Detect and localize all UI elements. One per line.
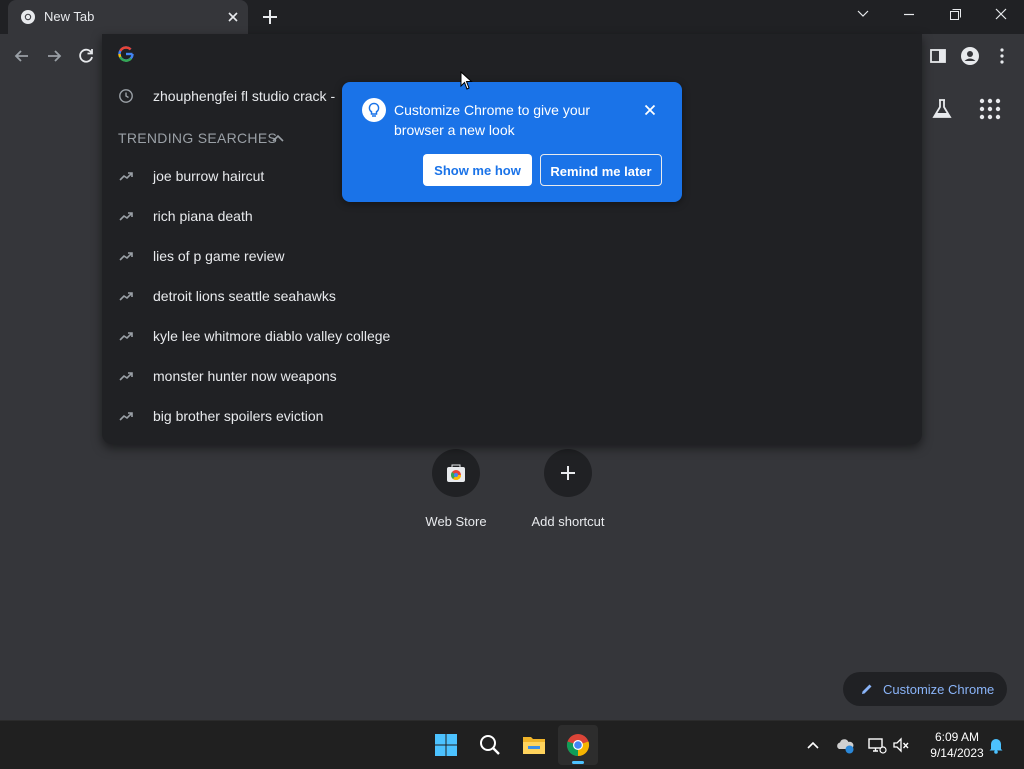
minimize-icon[interactable] bbox=[886, 0, 932, 30]
lightbulb-icon bbox=[362, 98, 386, 122]
google-g-icon bbox=[118, 46, 134, 62]
trending-suggestion-label: joe burrow haircut bbox=[153, 168, 265, 184]
trending-suggestion-label: rich piana death bbox=[153, 208, 253, 224]
search-icon bbox=[480, 735, 500, 755]
close-icon[interactable] bbox=[642, 102, 658, 118]
active-indicator bbox=[572, 761, 584, 764]
close-icon[interactable] bbox=[978, 0, 1024, 30]
back-icon[interactable] bbox=[12, 46, 32, 66]
customize-chrome-label: Customize Chrome bbox=[883, 682, 995, 697]
chevron-up-icon[interactable] bbox=[803, 735, 823, 755]
mouse-cursor bbox=[460, 71, 473, 90]
omnibox-input[interactable] bbox=[142, 42, 916, 68]
tab-new-tab[interactable]: New Tab bbox=[8, 0, 248, 34]
file-explorer-button[interactable] bbox=[514, 725, 554, 765]
web-store-icon bbox=[447, 464, 465, 482]
network-icon[interactable] bbox=[867, 735, 887, 755]
chevron-down-icon[interactable] bbox=[840, 0, 886, 30]
tab-title: New Tab bbox=[44, 9, 95, 24]
trending-suggestion[interactable]: big brother spoilers eviction bbox=[102, 396, 922, 436]
remind-me-later-button[interactable]: Remind me later bbox=[540, 154, 662, 186]
chrome-taskbar-button[interactable] bbox=[558, 725, 598, 765]
kebab-menu-icon[interactable] bbox=[992, 46, 1012, 66]
shortcut-label: Add shortcut bbox=[531, 514, 605, 529]
shortcut-web-store[interactable]: Web Store bbox=[406, 449, 506, 529]
tab-strip: New Tab bbox=[0, 0, 1024, 34]
notification-bell-icon[interactable] bbox=[986, 735, 1006, 755]
search-button[interactable] bbox=[470, 725, 510, 765]
add-shortcut-tile bbox=[544, 449, 592, 497]
history-suggestion-label: zhouphengfei fl studio crack - bbox=[153, 88, 336, 104]
volume-muted-icon[interactable] bbox=[891, 735, 911, 755]
trending-icon bbox=[119, 292, 133, 301]
web-store-tile bbox=[432, 449, 480, 497]
chrome-icon bbox=[566, 734, 590, 757]
trending-suggestion[interactable]: detroit lions seattle seahawks bbox=[102, 276, 922, 316]
labs-flask-icon[interactable] bbox=[929, 96, 955, 122]
customize-chrome-button[interactable]: Customize Chrome bbox=[843, 672, 1007, 706]
plus-icon bbox=[561, 466, 575, 480]
trending-suggestion-label: monster hunter now weapons bbox=[153, 368, 337, 384]
trending-suggestion-label: detroit lions seattle seahawks bbox=[153, 288, 336, 304]
apps-grid-icon[interactable] bbox=[977, 96, 1003, 122]
plus-icon[interactable] bbox=[260, 7, 280, 27]
history-icon bbox=[119, 89, 133, 103]
trending-icon bbox=[119, 372, 133, 381]
trending-icon bbox=[119, 212, 133, 221]
file-explorer-icon bbox=[523, 737, 545, 754]
trending-icon bbox=[119, 332, 133, 341]
trending-suggestion[interactable]: kyle lee whitmore diablo valley college bbox=[102, 316, 922, 356]
pencil-icon bbox=[862, 684, 872, 694]
chevron-up-icon[interactable] bbox=[270, 131, 286, 145]
trending-icon bbox=[119, 172, 133, 181]
trending-suggestion-label: big brother spoilers eviction bbox=[153, 408, 324, 424]
trending-searches-header: TRENDING SEARCHES bbox=[118, 130, 278, 146]
promo-message: Customize Chrome to give your browser a … bbox=[394, 102, 591, 138]
trending-suggestion[interactable]: monster hunter now weapons bbox=[102, 356, 922, 396]
customize-chrome-promo: Customize Chrome to give your browser a … bbox=[342, 82, 682, 202]
trending-suggestion[interactable]: lies of p game review bbox=[102, 236, 922, 276]
close-icon[interactable] bbox=[224, 8, 242, 26]
shortcut-label: Web Store bbox=[425, 514, 487, 529]
trending-suggestion-label: lies of p game review bbox=[153, 248, 285, 264]
trending-icon bbox=[119, 412, 133, 421]
trending-icon bbox=[119, 252, 133, 261]
restore-icon[interactable] bbox=[932, 0, 978, 30]
onedrive-icon[interactable] bbox=[835, 735, 855, 755]
forward-icon[interactable] bbox=[44, 46, 64, 66]
start-button[interactable] bbox=[426, 725, 466, 765]
side-panel-icon[interactable] bbox=[928, 46, 948, 66]
windows-start-icon bbox=[435, 734, 457, 756]
trending-suggestion[interactable]: rich piana death bbox=[102, 196, 922, 236]
shortcut-add[interactable]: Add shortcut bbox=[518, 449, 618, 529]
trending-suggestion-label: kyle lee whitmore diablo valley college bbox=[153, 328, 391, 344]
show-me-how-button[interactable]: Show me how bbox=[423, 154, 532, 186]
profile-icon[interactable] bbox=[960, 46, 980, 66]
taskbar: 6:09 AM 9/14/2023 bbox=[0, 720, 1024, 769]
reload-icon[interactable] bbox=[76, 46, 96, 66]
chrome-icon bbox=[21, 10, 35, 24]
